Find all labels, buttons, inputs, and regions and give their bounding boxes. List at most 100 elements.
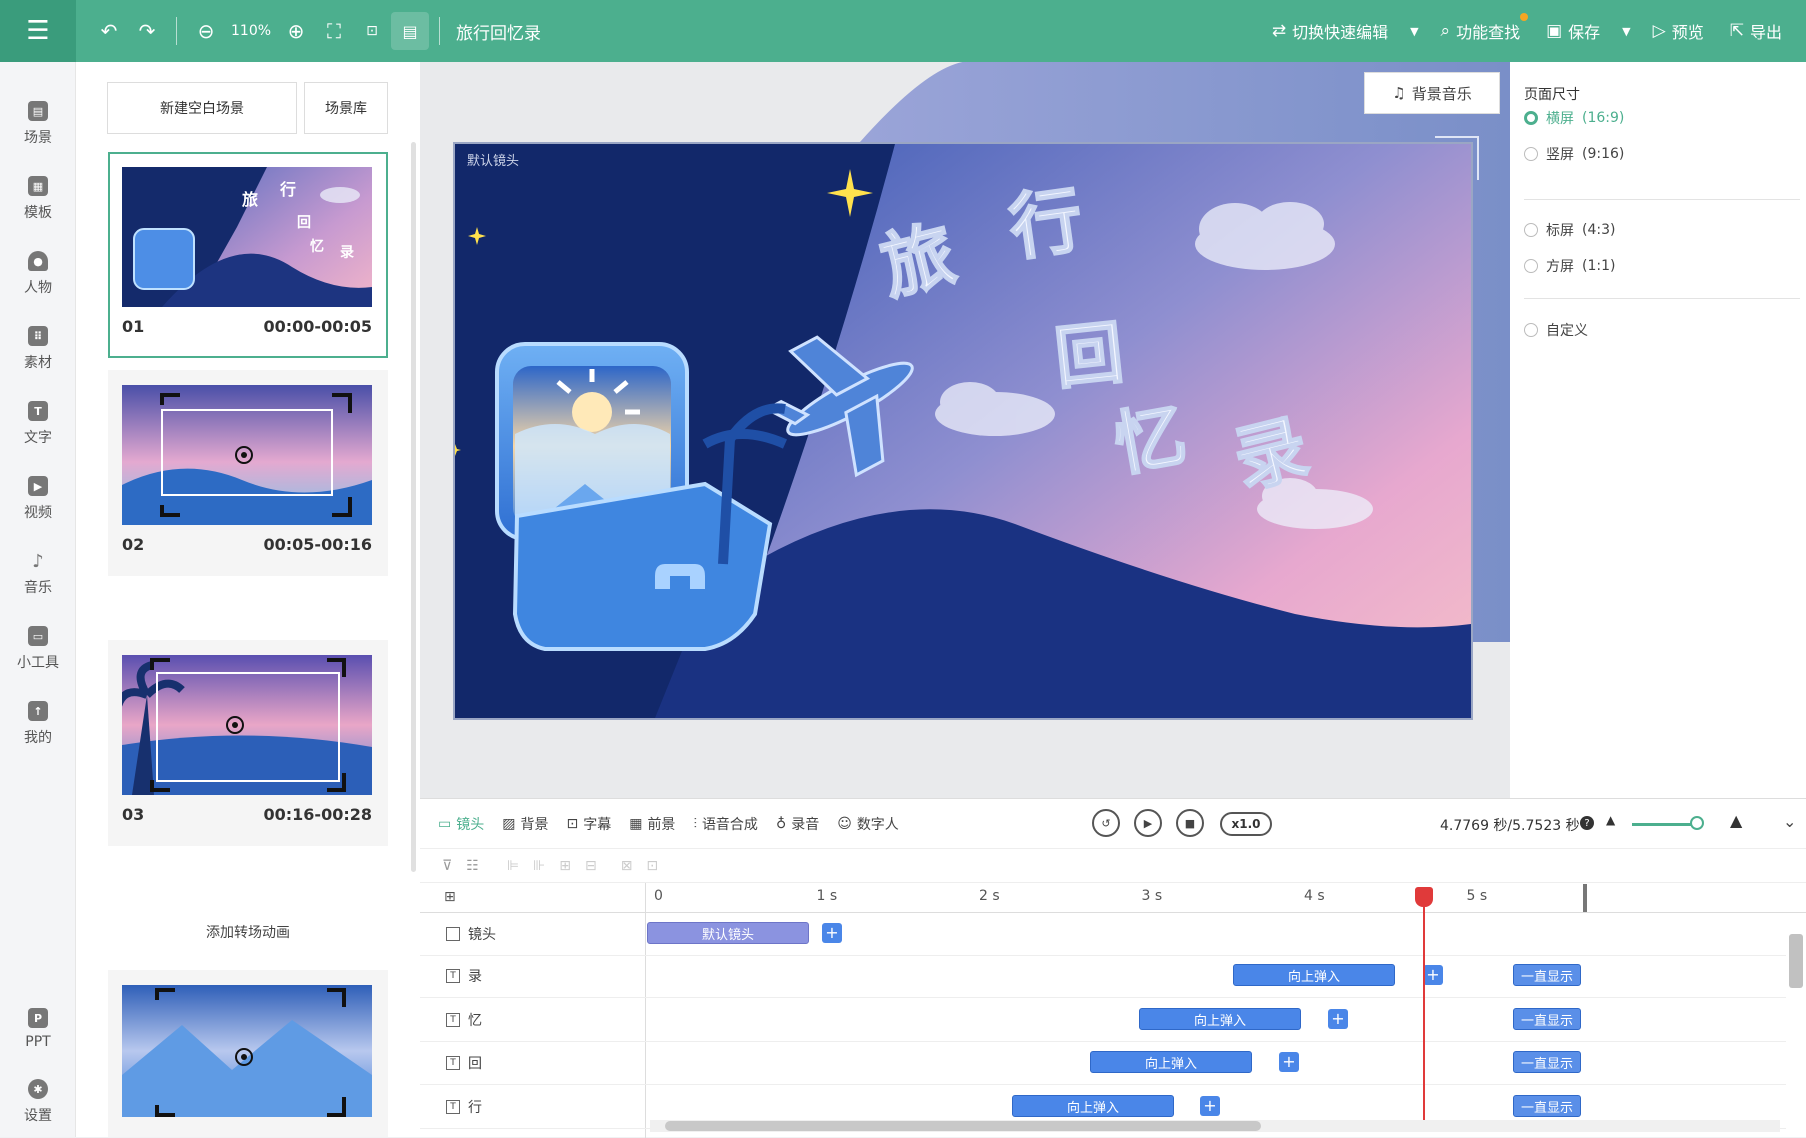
title-char-hui[interactable]: 回: [1050, 313, 1128, 401]
track-name[interactable]: T回: [446, 1053, 482, 1073]
tab-recording[interactable]: ♁ 录音: [776, 814, 819, 834]
safe-frame-icon[interactable]: ▤: [391, 12, 430, 50]
nav-item-material[interactable]: ⠿ 素材: [0, 317, 76, 381]
radio-custom[interactable]: 自定义: [1524, 320, 1588, 340]
radio-standard[interactable]: 标屏 (4:3): [1524, 220, 1615, 240]
nav-item-mine[interactable]: ↑ 我的: [0, 692, 76, 756]
timeline-horizontal-scroll-thumb[interactable]: [665, 1121, 1261, 1131]
tab-foreground[interactable]: ▦ 前景: [629, 814, 675, 834]
timeline-zoom-slider-handle[interactable]: [1690, 816, 1704, 830]
scene-card-03[interactable]: 03 00:16-00:28: [108, 640, 388, 846]
nav-item-video[interactable]: ▶ 视频: [0, 467, 76, 531]
ungroup-icon[interactable]: ⊡: [646, 858, 658, 874]
always-show-clip[interactable]: 一直显示: [1513, 1095, 1581, 1117]
add-clip-button[interactable]: +: [1200, 1096, 1220, 1116]
chevron-down-icon[interactable]: ▼: [1404, 25, 1424, 38]
redo-icon[interactable]: ↷: [128, 12, 166, 50]
tab-background[interactable]: ▨ 背景: [502, 814, 548, 834]
preview-button[interactable]: ▷ 预览: [1643, 19, 1714, 43]
playhead[interactable]: [1423, 888, 1425, 1125]
save-button[interactable]: ▣ 保存: [1536, 19, 1610, 43]
fit-icon[interactable]: ⊡: [353, 12, 391, 50]
undo-icon[interactable]: ↶: [90, 12, 128, 50]
zoom-in-mountain-icon[interactable]: ▲: [1730, 811, 1742, 830]
radio-square[interactable]: 方屏 (1:1): [1524, 256, 1615, 276]
new-blank-scene-button[interactable]: 新建空白场景: [107, 82, 297, 134]
timeline-vertical-scroll-thumb[interactable]: [1789, 934, 1803, 988]
tab-digital-human[interactable]: ☺ 数字人: [837, 814, 899, 834]
radio-portrait[interactable]: 竖屏 (9:16): [1524, 144, 1624, 164]
scene-library-button[interactable]: 场景库: [304, 82, 388, 134]
playback-speed-button[interactable]: x1.0: [1220, 812, 1272, 836]
scene-thumbnail: 旅 行 回 忆 录: [122, 167, 372, 307]
zoom-in-icon[interactable]: ⊕: [277, 12, 315, 50]
always-show-clip[interactable]: 一直显示: [1513, 1051, 1581, 1073]
hamburger-icon[interactable]: ☰: [0, 0, 76, 62]
export-icon: ⇱: [1729, 21, 1744, 41]
add-clip-button[interactable]: +: [1423, 965, 1443, 985]
add-clip-button[interactable]: +: [1279, 1052, 1299, 1072]
canvas-area: ♫ 背景音乐 默认镜头 旅 行 回 忆 录: [420, 62, 1510, 798]
title-char-yi[interactable]: 忆: [1108, 393, 1193, 488]
animation-clip[interactable]: 向上弹入: [1012, 1095, 1174, 1117]
background-music-button[interactable]: ♫ 背景音乐: [1364, 72, 1500, 114]
help-icon[interactable]: ?: [1580, 816, 1594, 830]
camera-clip[interactable]: 默认镜头: [647, 922, 809, 944]
stop-icon[interactable]: ■: [1176, 809, 1204, 837]
radio-icon: [1524, 147, 1538, 161]
zoom-out-icon[interactable]: ⊖: [187, 12, 225, 50]
collapse-timeline-icon[interactable]: ⌄: [1783, 812, 1796, 831]
scene-thumbnail-art: [122, 655, 372, 795]
export-button[interactable]: ⇱ 导出: [1720, 19, 1792, 43]
replay-icon[interactable]: ↺: [1092, 809, 1120, 837]
track-name[interactable]: T忆: [446, 1010, 482, 1030]
document-title[interactable]: 旅行回忆录: [456, 19, 541, 44]
tab-subtitle[interactable]: ⊡ 字幕: [566, 814, 611, 834]
track-name[interactable]: T行: [446, 1097, 482, 1117]
add-clip-button[interactable]: +: [822, 923, 842, 943]
title-char-xing[interactable]: 行: [1003, 176, 1088, 271]
filter-icon[interactable]: ⊽: [442, 858, 452, 874]
distribute-icon[interactable]: ⊟: [585, 858, 597, 874]
nav-item-ppt[interactable]: P PPT: [0, 997, 76, 1061]
tab-speech-synthesis[interactable]: ⫶ 语音合成: [693, 814, 758, 834]
play-icon[interactable]: ▶: [1134, 809, 1162, 837]
chevron-down-icon[interactable]: ▼: [1616, 25, 1636, 38]
nav-label: 设置: [24, 1108, 52, 1124]
radio-landscape[interactable]: 横屏 (16:9): [1524, 108, 1624, 128]
switch-quick-edit-button[interactable]: ⇄ 切换快速编辑: [1262, 19, 1398, 43]
tab-camera[interactable]: ▭ 镜头: [438, 814, 484, 834]
stage-canvas[interactable]: 默认镜头 旅 行 回 忆 录: [453, 136, 1479, 720]
track-name[interactable]: 镜头: [446, 924, 496, 944]
nav-item-settings[interactable]: ✱ 设置: [0, 1070, 76, 1134]
animation-clip[interactable]: 向上弹入: [1139, 1008, 1301, 1030]
track-name[interactable]: T录: [446, 966, 482, 986]
align-right-icon[interactable]: ⊪: [533, 858, 545, 874]
nav-item-toolbox[interactable]: ▭ 小工具: [0, 617, 76, 681]
svg-text:忆: 忆: [310, 238, 324, 255]
add-clip-button[interactable]: +: [1328, 1009, 1348, 1029]
layer-icon[interactable]: ☷: [466, 858, 479, 874]
zoom-out-mountain-icon[interactable]: ▲: [1606, 813, 1615, 827]
feature-search-button[interactable]: ⌕ 功能查找: [1431, 13, 1531, 43]
scene-card-01[interactable]: 旅 行 回 忆 录 01 00:00-00:05: [108, 152, 388, 358]
nav-item-template[interactable]: ▦ 模板: [0, 167, 76, 231]
add-transition-link[interactable]: 添加转场动画: [76, 922, 420, 942]
nav-item-text[interactable]: T 文字: [0, 392, 76, 456]
music-icon: ♪: [32, 550, 44, 572]
scene-panel-scrollbar[interactable]: [411, 142, 416, 872]
scene-card-02[interactable]: 02 00:05-00:16: [108, 370, 388, 576]
nav-item-music[interactable]: ♪ 音乐: [0, 542, 76, 606]
align-left-icon[interactable]: ⊫: [507, 858, 519, 874]
scene-card-04[interactable]: [108, 970, 388, 1137]
align-center-icon[interactable]: ⊞: [559, 858, 571, 874]
animation-clip[interactable]: 向上弹入: [1090, 1051, 1252, 1073]
nav-item-scene[interactable]: ▤ 场景: [0, 92, 76, 156]
animation-clip[interactable]: 向上弹入: [1233, 964, 1395, 986]
music-note-icon: ♫: [1392, 84, 1406, 102]
nav-item-person[interactable]: ● 人物: [0, 242, 76, 306]
always-show-clip[interactable]: 一直显示: [1513, 964, 1581, 986]
always-show-clip[interactable]: 一直显示: [1513, 1008, 1581, 1030]
group-icon[interactable]: ⊠: [621, 858, 633, 874]
fullscreen-icon[interactable]: ⛶: [315, 12, 353, 50]
